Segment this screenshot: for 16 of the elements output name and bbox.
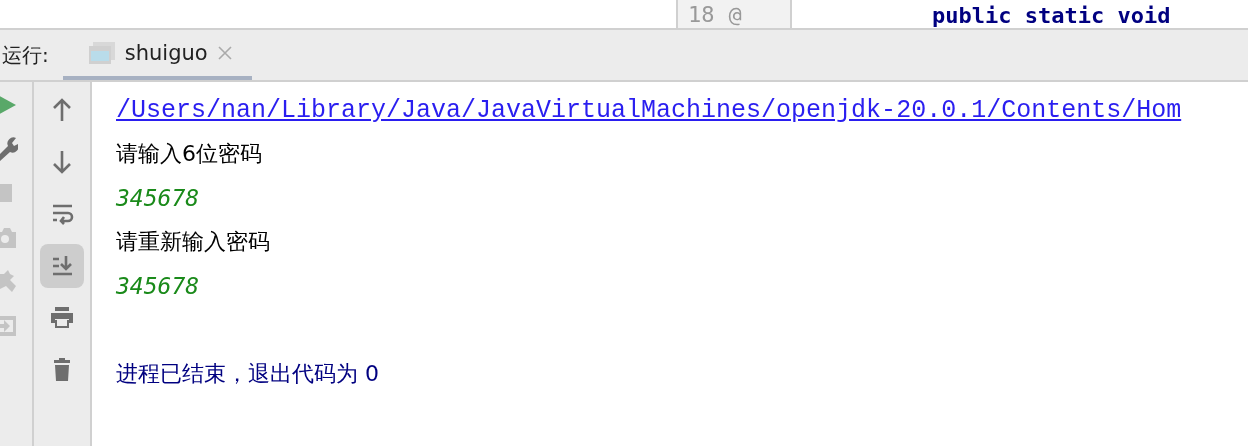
line-number: 18 — [688, 3, 715, 27]
input-text: 345678 — [116, 185, 200, 211]
input-text: 345678 — [116, 273, 200, 299]
output-text: 请输入6位密码 — [116, 141, 262, 166]
code-line: public static void — [932, 4, 1171, 28]
gutter-mark: @ — [728, 3, 742, 27]
exit-message: 进程已结束，退出代码为 0 — [116, 361, 379, 386]
jdk-path-link[interactable]: /Users/nan/Library/Java/JavaVirtualMachines/openjdk-20.0.1/Contents/Hom — [116, 96, 1182, 125]
wrench-icon[interactable] — [0, 136, 18, 162]
scroll-to-end-button[interactable] — [40, 244, 84, 288]
window-icon — [88, 42, 115, 64]
run-label: 运行: — [2, 41, 49, 69]
printer-icon — [50, 305, 74, 331]
run-tab[interactable]: shuiguo — [62, 30, 252, 80]
down-arrow-icon — [50, 149, 74, 175]
output-text: 请重新输入密码 — [116, 229, 270, 254]
